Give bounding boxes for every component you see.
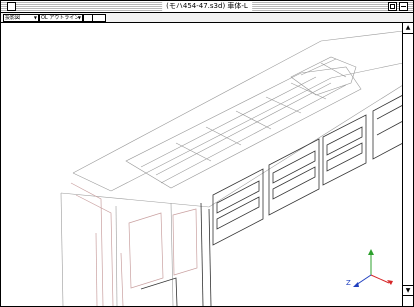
view-select-value: 投影図 [5, 15, 21, 21]
wireframe-model: Z [60, 30, 403, 306]
cad-window: (モハ454-47.s3d) 車体-L 投影図 ▼ OL アウトライン ▼ Z … [0, 0, 414, 307]
view-select[interactable]: 投影図 ▼ [3, 14, 39, 22]
z-axis-label: Z [346, 279, 351, 287]
display-mode-value: OL アウトライン [41, 15, 80, 21]
zoom-box-icon[interactable] [388, 2, 397, 11]
axis-gizmo: Z [346, 249, 393, 287]
window-title: (モハ454-47.s3d) 車体-L [162, 1, 252, 12]
vertical-scrollbar[interactable]: ▲ ▼ [402, 23, 413, 306]
resize-handle-icon[interactable] [402, 295, 413, 306]
display-mode-select[interactable]: OL アウトライン ▼ [39, 14, 83, 22]
scroll-up-icon[interactable]: ▲ [403, 23, 413, 34]
close-box-icon[interactable] [7, 2, 16, 11]
measure-tool-icon[interactable] [92, 14, 106, 29]
title-bar[interactable]: (モハ454-47.s3d) 車体-L [1, 1, 413, 13]
chevron-down-icon: ▼ [77, 15, 81, 20]
view-toolbar: 投影図 ▼ OL アウトライン ▼ [1, 13, 413, 31]
collapse-box-icon[interactable] [399, 2, 408, 11]
chevron-down-icon: ▼ [33, 15, 37, 20]
3d-viewport[interactable]: Z [1, 23, 403, 306]
